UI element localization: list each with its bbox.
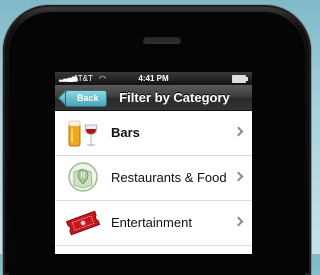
category-label: Entertainment <box>111 215 192 230</box>
back-button[interactable]: Back <box>65 90 107 107</box>
chevron-right-icon <box>233 216 244 227</box>
battery-icon <box>232 75 248 83</box>
ticket-icon <box>65 210 101 236</box>
chevron-right-icon <box>233 171 244 182</box>
page-title: Filter by Category <box>119 90 230 105</box>
category-label: Restaurants & Food <box>111 170 227 185</box>
category-item-bars[interactable]: Bars <box>55 111 252 156</box>
clock: 4:41 PM <box>138 74 169 83</box>
category-label: Bars <box>111 125 140 140</box>
category-item-entertainment[interactable]: Entertainment <box>55 201 252 246</box>
earpiece-speaker <box>143 36 181 43</box>
beer-and-wine-icon <box>68 120 98 147</box>
category-item-restaurants-food[interactable]: Restaurants & Food <box>55 156 252 201</box>
phone-screen: ▂▃▄▅ AT&T ◠ 4:41 PM Back Filter by Categ… <box>55 72 252 254</box>
navigation-bar: Back Filter by Category <box>55 85 252 111</box>
status-bar: ▂▃▄▅ AT&T ◠ 4:41 PM <box>55 72 252 85</box>
restaurant-map-pin-icon <box>68 162 98 192</box>
chevron-right-icon <box>233 126 244 137</box>
